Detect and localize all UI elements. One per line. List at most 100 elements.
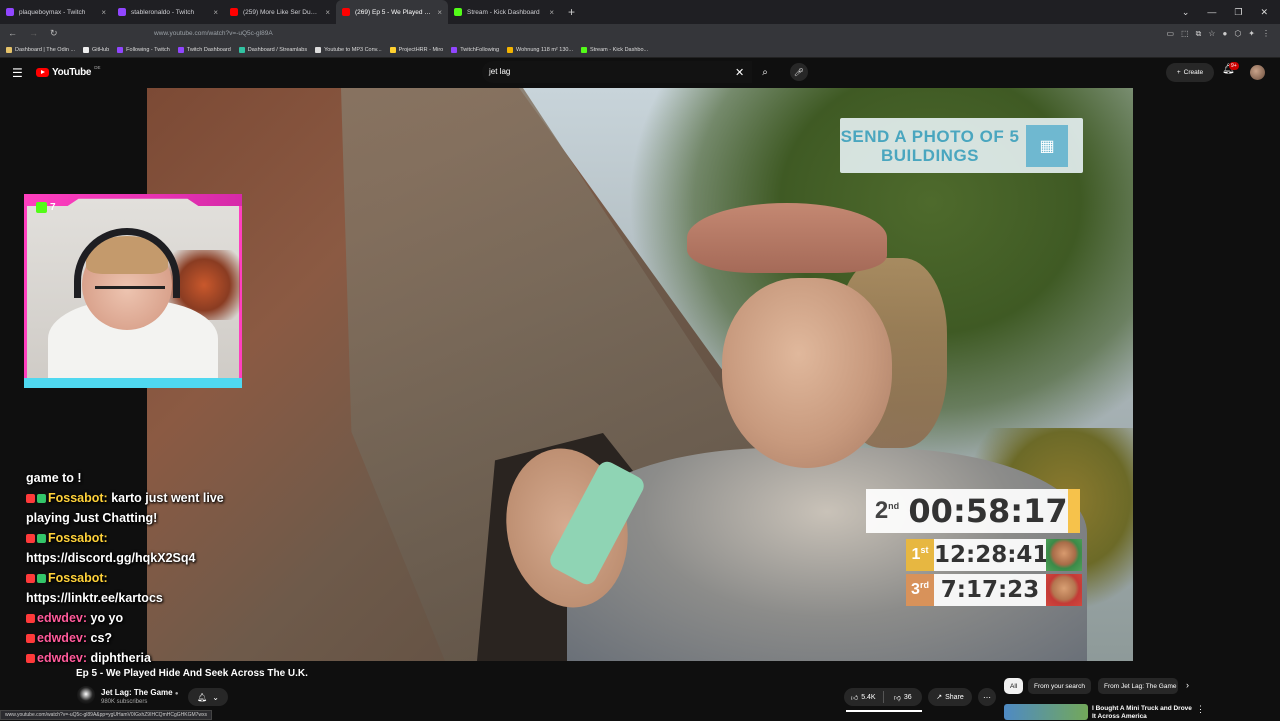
bookmark-item[interactable]: ProjectHRR - Miro	[389, 47, 444, 53]
place-number: 1	[911, 546, 921, 563]
bookmark-item[interactable]: Following - Twitch	[117, 47, 170, 53]
voice-search-button[interactable]: 🎤︎	[790, 63, 808, 81]
challenge-card: SEND A PHOTO OF 5 BUILDINGS ▦	[840, 118, 1083, 173]
tab-close-icon[interactable]: ×	[325, 8, 330, 17]
search-button[interactable]: ⌕	[752, 61, 778, 83]
chip-from-search[interactable]: From your search	[1028, 678, 1091, 694]
folder-icon	[507, 47, 514, 53]
moderator-badge-icon	[26, 534, 35, 544]
recommended-title[interactable]: I Bought A Mini Truck and Drove It Acros…	[1092, 705, 1192, 721]
place-suffix: st	[920, 545, 929, 555]
chip-from-channel[interactable]: From Jet Lag: The Game	[1098, 678, 1178, 694]
cast-icon[interactable]: ▭	[1166, 29, 1174, 39]
status-bar-url: www.youtube.com/watch?v=-uQ5c-gl89A&pp=y…	[0, 710, 213, 720]
maximize-icon[interactable]: ❐	[1234, 7, 1242, 18]
translate-icon[interactable]: ⧉	[1196, 29, 1202, 39]
reload-icon[interactable]: ↻	[50, 28, 58, 39]
tab-search-icon[interactable]: ⌄	[1182, 7, 1190, 18]
bookmark-star-icon[interactable]: ☆	[1208, 29, 1215, 39]
browser-tab-active[interactable]: (269) Ep 5 - We Played Hide ×	[336, 0, 448, 24]
browser-tab[interactable]: stableronaldo - Twitch ×	[112, 0, 224, 24]
share-button[interactable]: ↗ Share	[928, 688, 972, 706]
place-label: 2nd	[866, 489, 908, 533]
bookmark-item[interactable]: TwitchFollowing	[451, 47, 499, 53]
new-tab-icon[interactable]: +	[568, 5, 575, 19]
extensions-icon[interactable]: ✦	[1248, 29, 1255, 39]
channel-name[interactable]: Jet Lag: The Game ●	[101, 688, 178, 697]
youtube-logo[interactable]: YouTube DE	[36, 65, 100, 78]
place-suffix: rd	[919, 580, 929, 590]
back-icon[interactable]: ←	[8, 28, 17, 39]
bookmark-item[interactable]: GitHub	[83, 47, 109, 53]
channel-avatar[interactable]	[77, 686, 95, 704]
browser-tab[interactable]: Stream - Kick Dashboard ×	[448, 0, 560, 24]
timer-current-team: 2nd 00:58:17	[866, 489, 1080, 533]
recommended-thumbnail[interactable]	[1004, 704, 1088, 720]
tab-close-icon[interactable]: ×	[437, 8, 442, 17]
webcam-glasses	[95, 286, 165, 298]
github-icon	[83, 47, 90, 53]
subscription-bell-button[interactable]: 🔔︎ ⌄	[188, 688, 228, 706]
kick-icon	[581, 47, 588, 53]
youtube-play-icon	[36, 68, 49, 77]
bookmark-item[interactable]: Stream - Kick Dashbo...	[581, 47, 648, 53]
bookmark-label: Dashboard / Streamlabs	[247, 47, 308, 53]
place-label: 1st	[906, 539, 934, 571]
install-icon[interactable]: ⬚	[1181, 29, 1189, 39]
recommended-more-icon[interactable]: ⋮	[1196, 704, 1205, 715]
more-menu-icon[interactable]: ⋮	[1262, 29, 1270, 39]
minimize-icon[interactable]: —	[1207, 7, 1216, 17]
tab-close-icon[interactable]: ×	[549, 8, 554, 17]
tab-close-icon[interactable]: ×	[101, 8, 106, 17]
tab-favicon-icon	[454, 8, 462, 16]
hamburger-menu-icon[interactable]: ☰	[12, 66, 23, 80]
chat-text: diphtheria	[90, 651, 151, 665]
search-icon: ⌕	[762, 66, 768, 78]
bookmark-label: Stream - Kick Dashbo...	[590, 47, 649, 53]
microphone-icon: 🎤︎	[793, 67, 805, 77]
chat-message: Fossabot:	[26, 568, 266, 588]
chevron-right-icon[interactable]: ›	[1186, 680, 1189, 690]
tab-label: (259) More Like Ser Dump | A r	[243, 8, 320, 16]
bookmark-item[interactable]: Wohnung 118 m² 130...	[507, 47, 573, 53]
tab-favicon-icon	[342, 8, 350, 16]
bookmark-label: ProjectHRR - Miro	[398, 47, 444, 53]
more-actions-button[interactable]: ⋯	[978, 688, 996, 706]
bookmark-item[interactable]: Dashboard / Streamlabs	[238, 47, 308, 53]
search-input[interactable]: jet lag	[482, 61, 752, 83]
extension-icon[interactable]: ⬡	[1234, 29, 1241, 39]
tab-close-icon[interactable]: ×	[213, 8, 218, 17]
chat-username: Fossabot:	[48, 531, 108, 545]
chat-message: edwdev: cs?	[26, 628, 266, 648]
address-bar-row: ← → ↻ www.youtube.com/watch?v=-uQ5c-gl89…	[0, 24, 1280, 43]
converter-icon	[315, 47, 322, 53]
create-button[interactable]: + Create	[1166, 63, 1214, 82]
bookmark-item[interactable]: Youtube to MP3 Conv...	[315, 47, 382, 53]
chip-all[interactable]: All	[1004, 678, 1024, 694]
bell-icon: 🔔︎	[197, 692, 208, 702]
dislike-button[interactable]: 👎︎ 36	[884, 693, 923, 702]
moderator-badge-icon	[26, 654, 35, 664]
chat-text: https://linktr.ee/kartocs	[26, 591, 163, 605]
bookmark-item[interactable]: Twitch Dashboard	[177, 47, 231, 53]
account-avatar[interactable]	[1250, 65, 1265, 80]
clear-search-icon[interactable]: ✕	[735, 66, 744, 79]
url-field[interactable]: www.youtube.com/watch?v=-uQ5c-gl89A	[116, 30, 1166, 37]
chat-username: edwdev:	[37, 611, 88, 625]
dislike-count: 36	[903, 693, 912, 701]
timer-third-place: 3rd 7:17:23	[906, 574, 1082, 606]
forward-icon[interactable]: →	[29, 28, 38, 39]
twitch-icon	[177, 47, 184, 53]
video-player[interactable]: SEND A PHOTO OF 5 BUILDINGS ▦ 2nd 00:58:…	[147, 88, 1133, 661]
place-suffix: nd	[888, 501, 900, 511]
profile-icon[interactable]: ●	[1222, 29, 1227, 39]
browser-tab[interactable]: plaqueboymax - Twitch ×	[0, 0, 112, 24]
chat-overlay: game to ! Fossabot: karto just went live…	[26, 468, 266, 668]
moderator-badge-icon	[26, 634, 35, 644]
bookmark-item[interactable]: Dashboard | The Odin ...	[6, 47, 75, 53]
twitch-icon	[117, 47, 124, 53]
like-button[interactable]: 👍︎ 5.4K	[844, 693, 883, 702]
moderator-badge-icon	[26, 494, 35, 504]
close-window-icon[interactable]: ✕	[1260, 7, 1268, 18]
browser-tab[interactable]: (259) More Like Ser Dump | A r ×	[224, 0, 336, 24]
